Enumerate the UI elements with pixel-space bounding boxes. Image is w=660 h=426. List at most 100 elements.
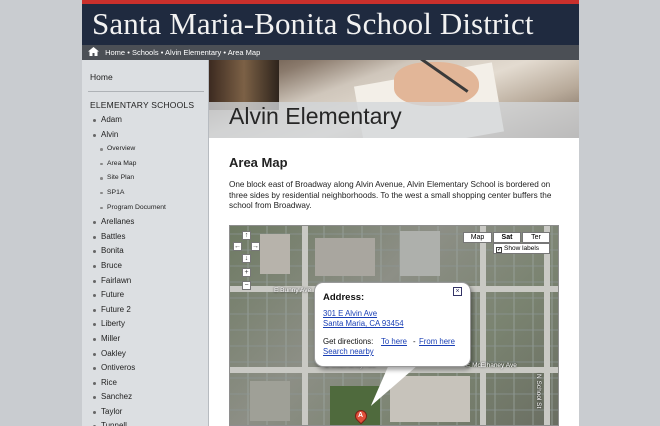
sidebar-item[interactable]: Miller: [82, 332, 209, 347]
sidebar-list: Adam Alvin Overview Area Map Site Plan SP1A Pr…: [82, 113, 209, 426]
section-title: Area Map: [229, 155, 288, 170]
sidebar-item[interactable]: Future 2: [82, 303, 209, 318]
page-title: Alvin Elementary: [229, 103, 402, 129]
sidebar-item[interactable]: Oakley: [82, 347, 209, 362]
bullet-icon: [93, 396, 96, 400]
sidebar-item[interactable]: Arellanes: [82, 215, 209, 230]
area-map[interactable]: E Bunny Ave E McElhaney Ave E McElhaney …: [229, 225, 559, 426]
map-type-terrain[interactable]: Ter: [522, 232, 550, 243]
bullet-icon: [93, 221, 96, 225]
breadcrumb-alvin[interactable]: Alvin Elementary: [165, 48, 221, 57]
map-road: [480, 226, 486, 425]
sidebar-subitem[interactable]: Overview: [82, 142, 209, 157]
bullet-icon: [100, 148, 103, 151]
zoom-out-button[interactable]: −: [242, 281, 251, 290]
sidebar-item[interactable]: Fairlawn: [82, 274, 209, 289]
breadcrumb: Home • Schools • Alvin Elementary • Area…: [82, 45, 579, 60]
sidebar-item-label: Arellanes: [101, 217, 135, 227]
sidebar-item-label: Future: [101, 290, 125, 300]
site-title[interactable]: Santa Maria-Bonita School District: [92, 6, 534, 42]
sidebar-subitem[interactable]: SP1A: [82, 186, 209, 201]
street-label: E McElhaney Ave: [466, 362, 517, 369]
sidebar-item[interactable]: Ontiveros: [82, 361, 209, 376]
home-icon[interactable]: [88, 47, 99, 56]
breadcrumb-schools[interactable]: Schools: [132, 48, 159, 57]
address-heading: Address:: [323, 292, 365, 303]
bullet-icon: [93, 279, 96, 283]
bullet-icon: [93, 323, 96, 327]
sidebar-item-label: Sanchez: [101, 392, 133, 402]
bullet-icon: [100, 206, 103, 210]
sidebar-item-label: Bonita: [101, 246, 124, 256]
street-label: N School St: [535, 374, 542, 409]
sidebar-item-label: Liberty: [101, 319, 126, 329]
directions-from-here-link[interactable]: From here: [419, 337, 455, 346]
pan-left-button[interactable]: ←: [233, 242, 242, 251]
bullet-icon: [93, 250, 96, 254]
sidebar-item[interactable]: Adam: [82, 113, 209, 128]
sidebar-item[interactable]: Future: [82, 288, 209, 303]
close-icon[interactable]: ×: [453, 287, 462, 296]
zoom-in-button[interactable]: +: [242, 268, 251, 277]
map-type-map[interactable]: Map: [463, 232, 492, 243]
map-building: [315, 238, 375, 276]
sidebar-item[interactable]: Rice: [82, 376, 209, 391]
sidebar-item[interactable]: Sanchez: [82, 390, 209, 405]
sidebar: Home ELEMENTARY SCHOOLS Adam Alvin Overvie…: [82, 60, 209, 426]
sidebar-item[interactable]: Taylor: [82, 405, 209, 420]
sidebar-home-link[interactable]: Home: [90, 72, 113, 82]
sidebar-item[interactable]: Alvin: [82, 128, 209, 143]
show-labels-toggle[interactable]: ✓ Show labels: [493, 243, 550, 254]
directions-to-here-link[interactable]: To here: [381, 337, 407, 346]
sidebar-subitem[interactable]: Site Plan: [82, 171, 209, 186]
sidebar-item[interactable]: Bruce: [82, 259, 209, 274]
sidebar-item[interactable]: Bonita: [82, 244, 209, 259]
address-line1-link[interactable]: 301 E Alvin Ave: [323, 309, 377, 318]
map-road: [544, 226, 550, 425]
sidebar-heading: ELEMENTARY SCHOOLS: [90, 100, 195, 110]
sidebar-item-label: Site Plan: [107, 174, 135, 182]
sidebar-subitem[interactable]: Program Document: [82, 201, 209, 216]
sidebar-item-label: Overview: [107, 145, 136, 153]
map-field: [330, 386, 380, 425]
sidebar-item-label: Alvin: [101, 129, 119, 139]
bullet-icon: [93, 264, 96, 268]
sidebar-item[interactable]: Battles: [82, 230, 209, 245]
breadcrumb-separator: •: [223, 48, 227, 57]
sidebar-subitem[interactable]: Area Map: [82, 157, 209, 172]
bullet-icon: [93, 381, 96, 385]
street-label: E Bunny Ave: [274, 287, 312, 294]
sidebar-item-label: Tunnell: [101, 421, 127, 426]
breadcrumb-separator: •: [127, 48, 130, 57]
map-road: [302, 226, 308, 425]
page: Santa Maria-Bonita School District Home …: [82, 0, 579, 426]
sidebar-item-label: Ontiveros: [101, 363, 136, 373]
address-line2-link[interactable]: Santa Maria, CA 93454: [323, 319, 404, 328]
bullet-icon: [93, 337, 96, 341]
search-nearby-link[interactable]: Search nearby: [323, 347, 374, 356]
show-labels-checkbox[interactable]: ✓: [496, 247, 502, 253]
sidebar-item[interactable]: Liberty: [82, 317, 209, 332]
sidebar-item-label: Program Document: [107, 203, 166, 211]
breadcrumb-home[interactable]: Home: [105, 48, 125, 57]
sidebar-item-label: Fairlawn: [101, 275, 132, 285]
map-type-satellite[interactable]: Sat: [493, 232, 521, 243]
map-building: [400, 231, 440, 276]
directions-label: Get directions:: [323, 337, 374, 346]
pan-down-button[interactable]: ↓: [242, 254, 251, 263]
sidebar-item-label: Area Map: [107, 159, 137, 167]
sidebar-item-label: Oakley: [101, 348, 126, 358]
sidebar-item[interactable]: Tunnell: [82, 419, 209, 426]
map-building: [250, 381, 290, 421]
sidebar-divider: [88, 91, 204, 92]
info-window: × Address: 301 E Alvin Ave Santa Maria, …: [314, 282, 471, 367]
bullet-icon: [93, 367, 96, 371]
bullet-icon: [100, 162, 103, 166]
bullet-icon: [93, 133, 96, 137]
pan-up-button[interactable]: ↑: [242, 231, 251, 240]
pan-right-button[interactable]: →: [251, 242, 260, 251]
breadcrumb-area-map: Area Map: [227, 48, 261, 57]
marker-letter: A: [358, 412, 364, 419]
sidebar-item-label: Future 2: [101, 304, 131, 314]
map-building: [260, 234, 290, 274]
